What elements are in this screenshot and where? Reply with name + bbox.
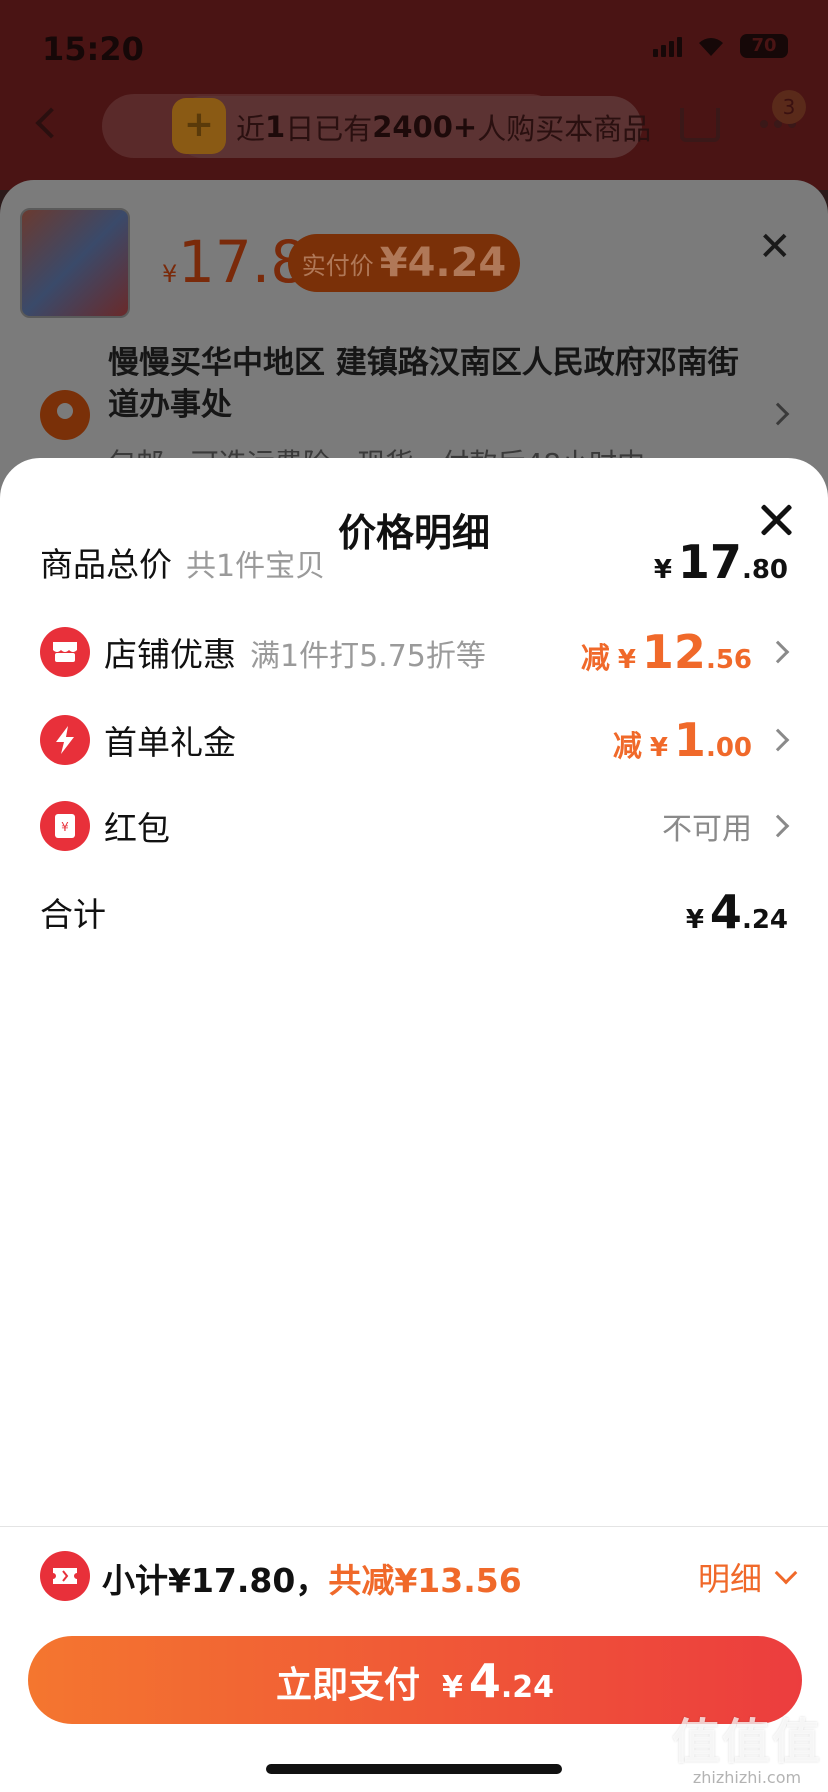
row-shop-discount[interactable]: 店铺优惠 满1件打5.75折等 减 ¥12.56 [0,622,828,682]
red-packet-status: 不可用 [662,812,752,847]
chevron-right-icon [766,814,790,838]
chevron-right-icon [766,402,790,426]
subtotal-text: 小计¥17.80，共减¥13.56 [102,1561,522,1600]
home-indicator [266,1764,562,1774]
red-packet-icon: ¥ [40,801,90,851]
goods-total-note: 共1件宝贝 [186,549,326,584]
cart-count-badge: 3 [772,90,806,124]
sum-amount: ¥4.24 [685,885,788,939]
chevron-right-icon [766,728,790,752]
shop-discount-note: 满1件打5.75折等 [250,639,486,674]
bottom-divider [0,1526,828,1527]
goods-total-label: 商品总价 共1件宝贝 [40,545,326,584]
bag-icon [172,98,226,154]
shop-discount-amount: 减 ¥12.56 [580,625,752,679]
background-close-icon: ✕ [758,224,792,270]
sum-label: 合计 [40,895,106,934]
signal-icon [653,35,682,57]
subtotal-row: 小计¥17.80，共减¥13.56 明细 [0,1546,828,1606]
wifi-icon [696,35,726,57]
location-pin-icon [40,390,90,440]
status-icons: 70 [653,34,788,58]
status-time: 15:20 [42,30,144,68]
row-first-order-gift[interactable]: 首单礼金 减 ¥1.00 [0,710,828,770]
chevron-down-icon [774,1561,798,1585]
battery-icon: 70 [740,34,788,58]
background-price-yen: ¥ [162,260,178,288]
product-thumbnail [20,208,130,318]
lightning-icon [40,715,90,765]
status-bar: 15:20 70 [0,0,828,100]
svg-text:¥: ¥ [61,820,69,834]
background-pay-pill: 实付价 ¥4.24 [288,234,520,292]
detail-toggle-button[interactable]: 明细 [698,1554,798,1600]
row-goods-total: 商品总价 共1件宝贝 ¥17.80 [0,532,828,592]
site-watermark: 值值值 zhizhizhi.com [672,1714,823,1787]
shop-discount-label: 店铺优惠 满1件打5.75折等 [104,635,486,674]
shop-icon [40,627,90,677]
first-order-gift-amount: 减 ¥1.00 [612,713,752,767]
row-sum: 合计 ¥4.24 [0,882,828,942]
background-nav: 近1日已有2400+人购买本商品 3 [0,90,828,170]
first-order-gift-label: 首单礼金 [104,723,236,762]
background-address: 慢慢买华中地区 建镇路汉南区人民政府邓南街道办事处 [108,345,739,423]
back-icon [35,107,67,139]
cart-icon [680,108,720,142]
purchase-count-toast: 近1日已有2400+人购买本商品 [172,96,651,158]
goods-total-amount: ¥17.80 [653,535,788,589]
red-packet-label: 红包 [104,809,170,848]
row-red-packet[interactable]: ¥ 红包 不可用 [0,796,828,856]
chevron-right-icon [766,640,790,664]
coupon-icon [40,1551,90,1601]
